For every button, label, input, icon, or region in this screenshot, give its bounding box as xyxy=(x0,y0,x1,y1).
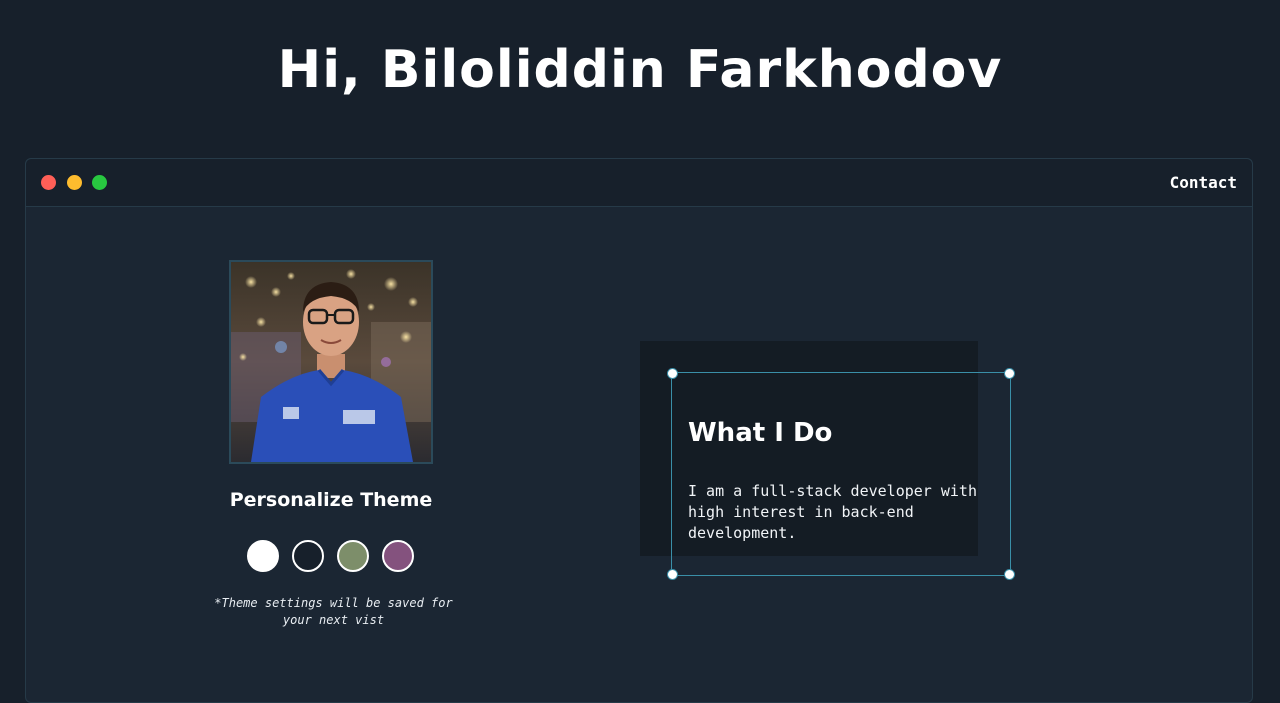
theme-swatch-purple[interactable] xyxy=(382,540,414,572)
page-greeting: Hi, Biloliddin Farkhodov xyxy=(277,40,1003,100)
resize-handle-bottom-left[interactable] xyxy=(667,569,678,580)
contact-link[interactable]: Contact xyxy=(1170,173,1237,192)
resize-handle-top-left[interactable] xyxy=(667,368,678,379)
resize-handle-top-right[interactable] xyxy=(1004,368,1015,379)
window-titlebar: Contact xyxy=(26,159,1252,207)
what-i-do-text: I am a full-stack developer with high in… xyxy=(688,482,977,542)
profile-photo-icon xyxy=(231,262,431,462)
theme-swatch-green[interactable] xyxy=(337,540,369,572)
theme-note: *Theme settings will be saved for your n… xyxy=(214,596,453,627)
personalize-theme-heading: Personalize Theme xyxy=(229,489,433,511)
what-i-do-heading: What I Do xyxy=(688,418,833,448)
what-i-do-card: What I Do I am a full-stack developer wi… xyxy=(667,368,1015,580)
theme-swatch-light[interactable] xyxy=(247,540,279,572)
browser-window: Contact Personalize Theme *Theme setting… xyxy=(25,158,1253,703)
maximize-window-dot[interactable] xyxy=(92,175,107,190)
minimize-window-dot[interactable] xyxy=(67,175,82,190)
theme-swatch-dark[interactable] xyxy=(292,540,324,572)
profile-photo xyxy=(229,260,433,464)
close-window-dot[interactable] xyxy=(41,175,56,190)
resize-handle-bottom-right[interactable] xyxy=(1004,569,1015,580)
